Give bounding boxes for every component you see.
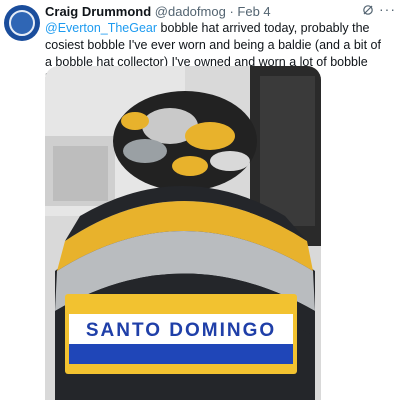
tweet-card[interactable]: Craig Drummond @dadofmog · Feb 4 ··· @Ev… bbox=[0, 0, 400, 400]
tweet-timestamp[interactable]: Feb 4 bbox=[237, 4, 270, 19]
avatar-logo bbox=[9, 10, 35, 36]
badge-text: SANTO DOMINGO bbox=[86, 320, 276, 341]
author-name[interactable]: Craig Drummond bbox=[45, 4, 151, 19]
bobble-hat-photo: SANTO DOMINGO bbox=[45, 66, 321, 400]
mention-link[interactable]: @Everton_TheGear bbox=[45, 21, 157, 35]
avatar[interactable] bbox=[4, 5, 40, 41]
hat-badge: SANTO DOMINGO bbox=[65, 294, 297, 374]
more-options-icon[interactable]: ··· bbox=[379, 2, 396, 16]
tweet-header: Craig Drummond @dadofmog · Feb 4 bbox=[45, 3, 390, 21]
pompom bbox=[113, 91, 257, 191]
separator-dot: · bbox=[229, 4, 234, 19]
tweet-photo[interactable]: SANTO DOMINGO bbox=[45, 66, 321, 400]
author-handle[interactable]: @dadofmog bbox=[155, 4, 226, 19]
grok-icon[interactable] bbox=[362, 4, 374, 16]
